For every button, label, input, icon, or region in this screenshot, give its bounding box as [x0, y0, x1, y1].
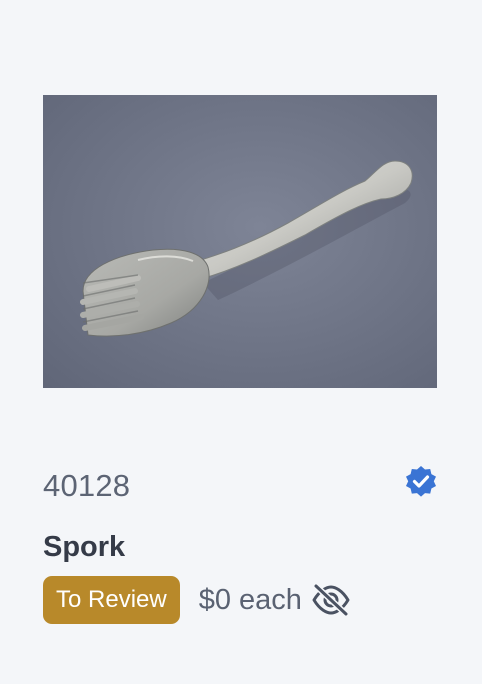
- item-price: $0 each: [198, 584, 302, 616]
- item-photo[interactable]: [43, 95, 437, 388]
- eye-slash-icon[interactable]: [311, 583, 351, 617]
- item-card: 40128 Spork To Review $0 each: [0, 0, 482, 684]
- item-number: 40128: [43, 468, 131, 503]
- item-status-row: To Review $0 each: [43, 576, 351, 624]
- status-badge[interactable]: To Review: [43, 576, 180, 624]
- item-title: Spork: [43, 531, 126, 563]
- verified-badge-icon: [406, 466, 436, 497]
- spork-image: [43, 95, 437, 388]
